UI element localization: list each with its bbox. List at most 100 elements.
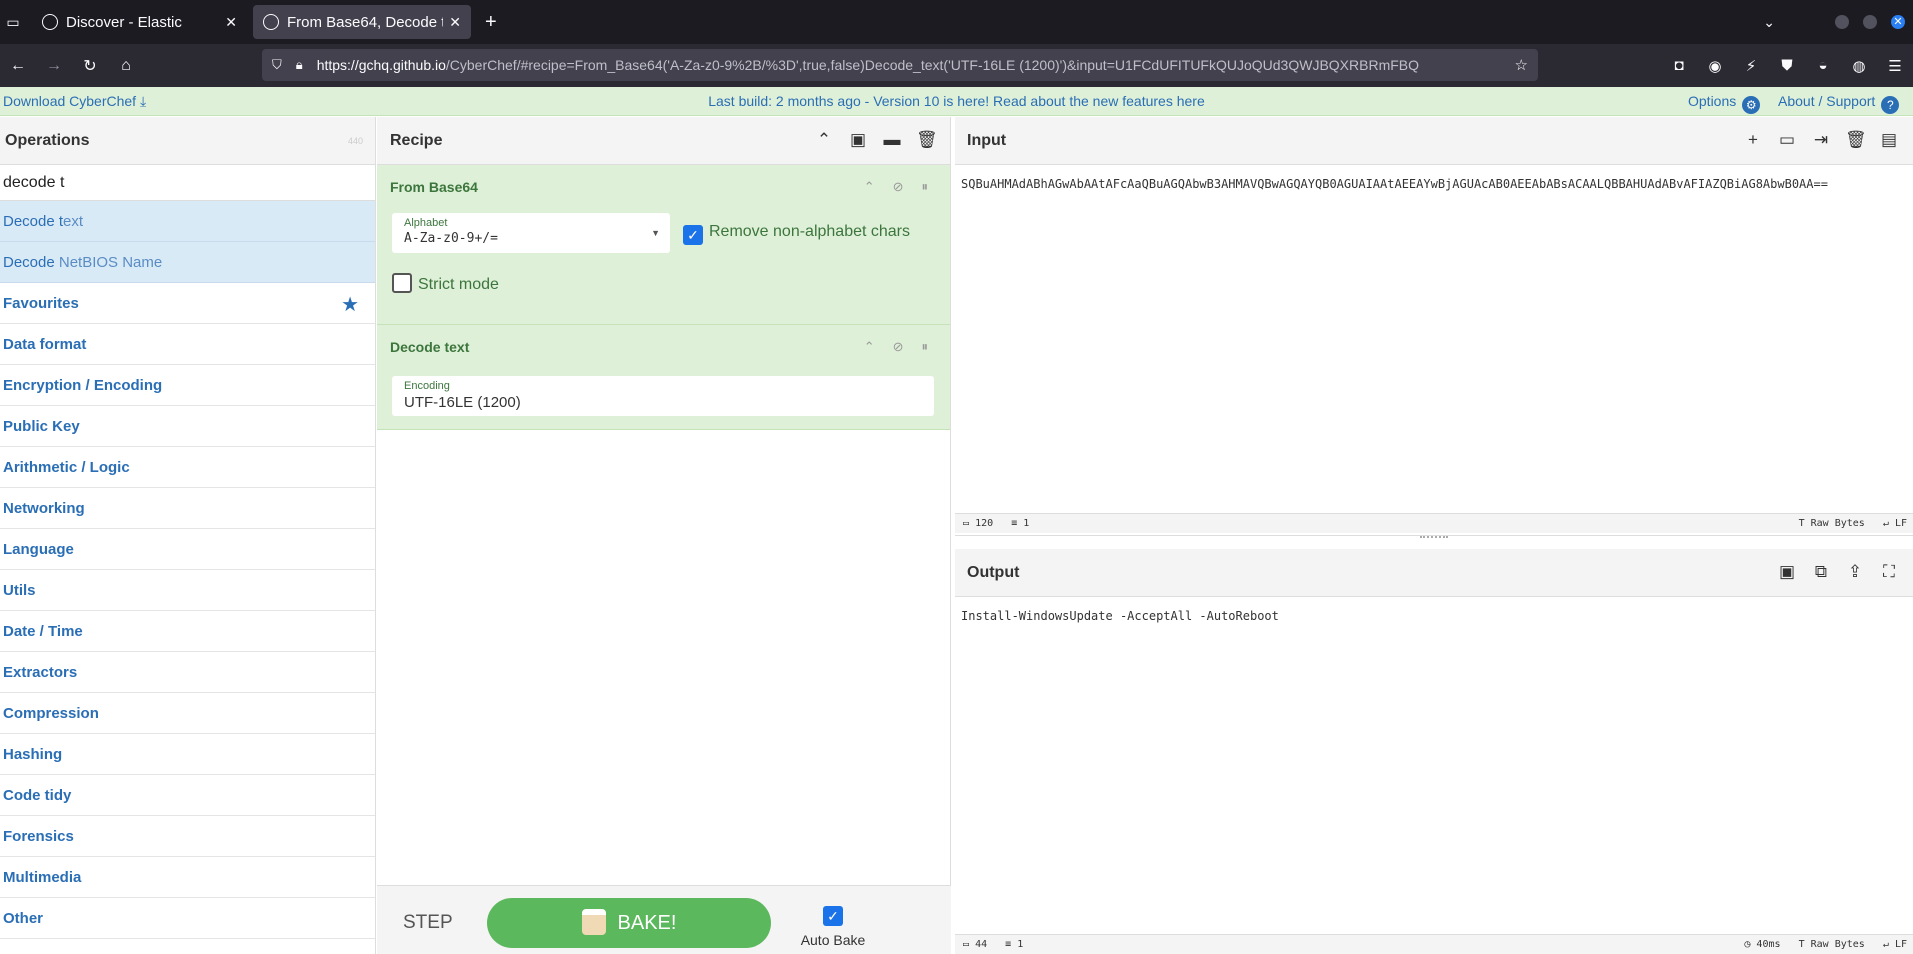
save-recipe-icon[interactable]: ▣ <box>848 130 868 150</box>
tab-cyberchef[interactable]: From Base64, Decode tex ✕ <box>253 5 471 39</box>
alphabet-select[interactable]: Alphabet A-Za-z0-9+/= ▼ <box>392 213 670 253</box>
input-header: Input + ▭ ⇥ 🗑︎ ▤ <box>955 117 1913 165</box>
tab-list-icon[interactable]: ▭ <box>0 14 26 31</box>
address-bar[interactable]: ⛉ 🔒︎ https://gchq.github.io/CyberChef/#r… <box>262 49 1538 81</box>
open-folder-icon[interactable]: ▭ <box>1777 130 1797 150</box>
operations-count: 440 <box>347 136 363 146</box>
category-utils[interactable]: Utils <box>0 570 375 611</box>
strict-mode-checkbox[interactable]: Strict mode <box>392 273 499 294</box>
reset-layout-icon[interactable]: ▤ <box>1879 130 1899 150</box>
shield-icon[interactable]: ⛉ <box>272 57 282 73</box>
chef-icon <box>581 909 606 935</box>
account-icon[interactable]: ◉ <box>1697 57 1733 75</box>
breakpoint-icon[interactable]: ⏸ <box>922 339 929 355</box>
operations-search-input[interactable]: decode t <box>0 165 375 201</box>
back-icon[interactable]: ← <box>0 57 36 75</box>
category-code-tidy[interactable]: Code tidy <box>0 775 375 816</box>
input-textarea[interactable]: SQBuAHMAdABhAGwAbAAtAFcAaQBuAGQAbwB3AHMA… <box>955 165 1913 513</box>
ublock-icon[interactable]: ⛊ <box>1769 57 1805 74</box>
operation-result-decode-text[interactable]: Decode text <box>0 201 375 242</box>
maximize-window-icon[interactable] <box>1863 15 1877 29</box>
recipe-title: Recipe <box>390 132 443 149</box>
output-eol[interactable]: LF <box>1895 939 1907 950</box>
tab-label: Discover - Elastic <box>66 13 182 31</box>
category-forensics[interactable]: Forensics <box>0 816 375 857</box>
disable-op-icon[interactable]: ⊘ <box>893 339 904 355</box>
collapse-all-icon[interactable]: ⌃ <box>814 130 834 150</box>
collapse-op-icon[interactable]: ⌃ <box>864 339 875 355</box>
lock-icon[interactable]: 🔒︎ <box>296 57 303 73</box>
forward-icon[interactable]: → <box>36 57 72 75</box>
category-extractors[interactable]: Extractors <box>0 652 375 693</box>
add-tab-icon[interactable]: + <box>1743 130 1763 150</box>
close-tab-icon[interactable]: ✕ <box>449 14 461 31</box>
list-all-tabs-icon[interactable]: ⌄ <box>1763 14 1775 31</box>
url-text[interactable]: https://gchq.github.io/CyberChef/#recipe… <box>317 57 1505 73</box>
output-length: 44 <box>975 939 988 950</box>
favourite-star-icon: ★ <box>341 294 359 316</box>
recipe-op-from-base64[interactable]: From Base64 ⌃ ⊘ ⏸ Alphabet A-Za-z0-9+/= … <box>377 165 950 325</box>
close-tab-icon[interactable]: ✕ <box>225 14 237 31</box>
url-path: /CyberChef/#recipe=From_Base64('A-Za-z0-… <box>445 57 1420 73</box>
extensions-icon[interactable]: ⚡︎ <box>1733 57 1769 75</box>
encoding-select[interactable]: Encoding UTF-16LE (1200) <box>392 376 934 416</box>
category-public-key[interactable]: Public Key <box>0 406 375 447</box>
breakpoint-icon[interactable]: ⏸ <box>922 179 929 195</box>
auto-bake-checkbox[interactable]: ✓ Auto Bake <box>795 904 871 948</box>
step-button[interactable]: STEP <box>403 912 453 934</box>
operation-result-decode-netbios[interactable]: Decode NetBIOS Name <box>0 242 375 283</box>
category-language[interactable]: Language <box>0 529 375 570</box>
extension-badge-icon[interactable]: ◍ <box>1841 57 1877 75</box>
clear-recipe-icon[interactable]: 🗑︎ <box>916 130 938 150</box>
maximize-output-icon[interactable]: ⛶ <box>1879 562 1899 582</box>
encoding-icon: T <box>1798 939 1805 950</box>
category-other[interactable]: Other <box>0 898 375 939</box>
category-encryption-encoding[interactable]: Encryption / Encoding <box>0 365 375 406</box>
elastic-favicon-icon <box>42 14 58 30</box>
options-button[interactable]: Options ⚙ <box>1688 93 1761 114</box>
load-recipe-icon[interactable]: ▬ <box>882 130 902 150</box>
pane-resize-handle[interactable] <box>955 535 1913 549</box>
clock-icon: ◷ <box>1744 939 1751 950</box>
clear-input-icon[interactable]: 🗑︎ <box>1845 130 1867 150</box>
category-hashing[interactable]: Hashing <box>0 734 375 775</box>
input-eol[interactable]: LF <box>1895 518 1907 529</box>
open-file-icon[interactable]: ⇥ <box>1811 130 1831 150</box>
category-multimedia[interactable]: Multimedia <box>0 857 375 898</box>
new-tab-icon[interactable]: + <box>485 11 497 34</box>
menu-icon[interactable]: ☰ <box>1877 57 1913 75</box>
category-data-format[interactable]: Data format <box>0 324 375 365</box>
category-date-time[interactable]: Date / Time <box>0 611 375 652</box>
output-pane: Output ▣ ⧉ ⇪ ⛶ Install-WindowsUpdate -Ac… <box>955 549 1913 954</box>
input-lines: 1 <box>1023 518 1030 529</box>
input-raw-bytes[interactable]: Raw Bytes <box>1811 518 1865 529</box>
tab-discover-elastic[interactable]: Discover - Elastic ✕ <box>32 5 247 39</box>
copy-output-icon[interactable]: ⧉ <box>1811 562 1831 582</box>
about-support-button[interactable]: About / Support? <box>1778 93 1900 114</box>
extension-hat-icon[interactable]: ◒ <box>1805 57 1841 74</box>
category-compression[interactable]: Compression <box>0 693 375 734</box>
category-favourites[interactable]: Favourites ★ <box>0 283 375 324</box>
pocket-icon[interactable]: ◘ <box>1661 57 1697 74</box>
close-window-icon[interactable]: ✕ <box>1891 15 1905 29</box>
reload-icon[interactable]: ↻ <box>72 56 108 76</box>
home-icon[interactable]: ⌂ <box>108 57 144 75</box>
output-raw-bytes[interactable]: Raw Bytes <box>1811 939 1865 950</box>
disable-op-icon[interactable]: ⊘ <box>893 179 904 195</box>
bookmark-star-icon[interactable]: ☆ <box>1515 56 1528 74</box>
build-notice[interactable]: Last build: 2 months ago - Version 10 is… <box>0 93 1913 109</box>
minimize-window-icon[interactable] <box>1835 15 1849 29</box>
bake-button[interactable]: BAKE! <box>487 898 771 948</box>
remove-non-alphabet-checkbox[interactable]: ✓ Remove non-alphabet chars <box>683 223 910 245</box>
field-value: A-Za-z0-9+/= <box>404 231 498 246</box>
category-arithmetic-logic[interactable]: Arithmetic / Logic <box>0 447 375 488</box>
collapse-op-icon[interactable]: ⌃ <box>864 179 875 195</box>
recipe-op-decode-text[interactable]: Decode text ⌃ ⊘ ⏸ Encoding UTF-16LE (120… <box>377 325 950 430</box>
url-host: https://gchq.github.io <box>316 57 446 73</box>
category-networking[interactable]: Networking <box>0 488 375 529</box>
output-textarea[interactable]: Install-WindowsUpdate -AcceptAll -AutoRe… <box>955 597 1913 934</box>
replace-input-icon[interactable]: ⇪ <box>1845 562 1865 582</box>
save-output-icon[interactable]: ▣ <box>1777 562 1797 582</box>
cyberchef-favicon-icon <box>263 14 279 30</box>
operations-title: Operations <box>5 132 90 149</box>
